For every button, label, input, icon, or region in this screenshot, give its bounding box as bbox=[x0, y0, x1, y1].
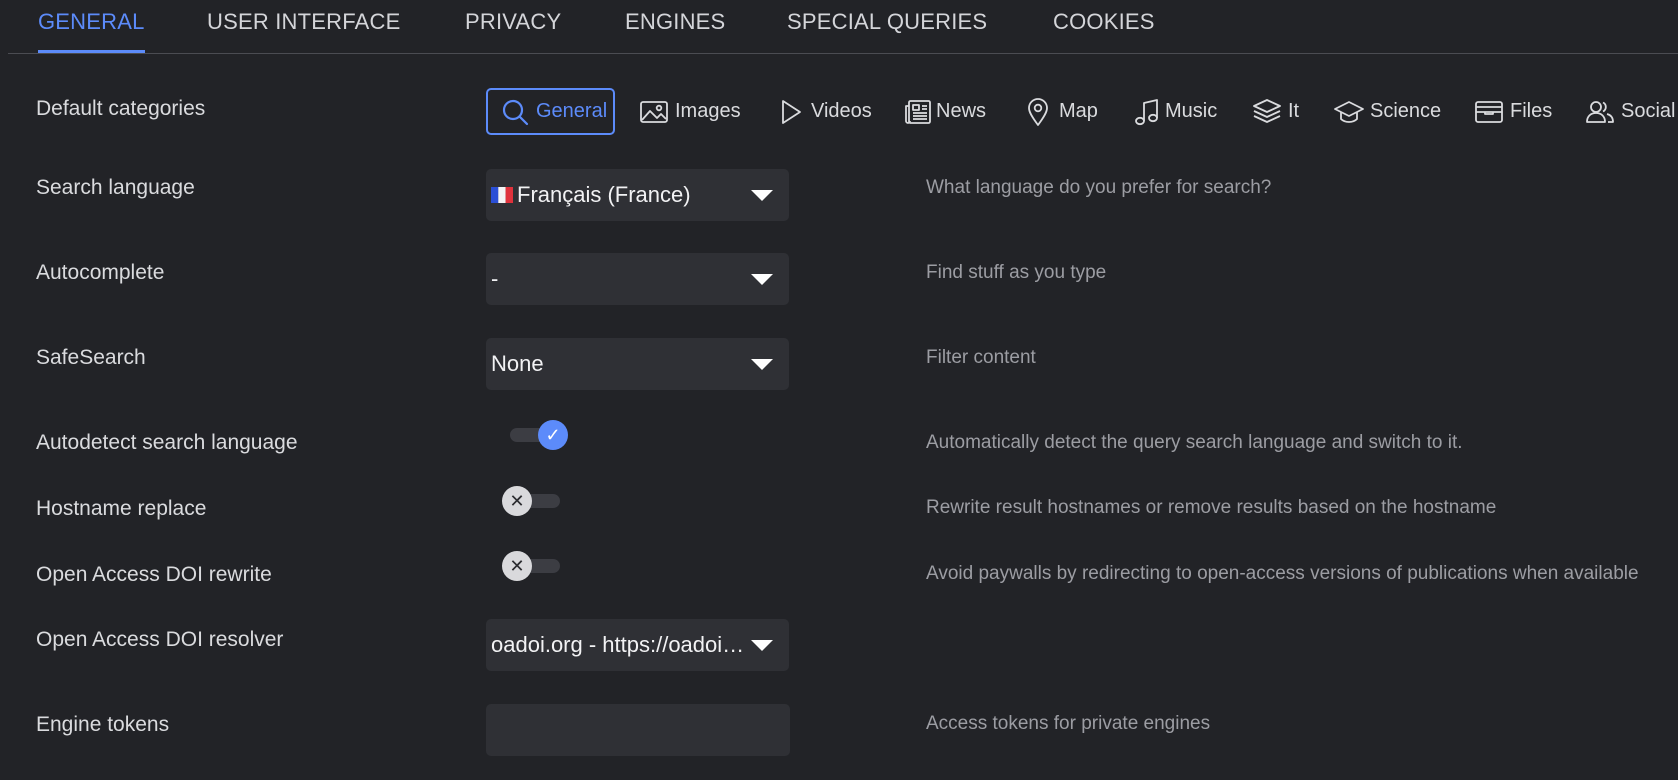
safesearch-label: SafeSearch bbox=[36, 346, 146, 369]
chevron-down-icon bbox=[751, 274, 773, 285]
category-science[interactable]: Science bbox=[1334, 88, 1441, 135]
category-music[interactable]: Music bbox=[1131, 88, 1217, 135]
autodetect-language-toggle[interactable]: ✓ bbox=[504, 418, 568, 452]
autocomplete-description: Find stuff as you type bbox=[926, 262, 1107, 283]
search-language-value: Français (France) bbox=[517, 182, 691, 207]
engine-tokens-description: Access tokens for private engines bbox=[926, 713, 1211, 734]
people-icon bbox=[1586, 100, 1614, 123]
autocomplete-label: Autocomplete bbox=[36, 261, 165, 284]
engine-tokens-input[interactable] bbox=[486, 704, 790, 756]
category-general[interactable]: General bbox=[486, 88, 615, 135]
default-categories-label: Default categories bbox=[36, 97, 206, 120]
category-label: News bbox=[936, 100, 987, 122]
category-it[interactable]: It bbox=[1252, 88, 1299, 135]
search-icon bbox=[502, 99, 529, 125]
close-icon: ✕ bbox=[502, 551, 532, 581]
tab-engines[interactable]: ENGINES bbox=[625, 0, 725, 52]
hostname-replace-toggle[interactable]: ✕ bbox=[502, 484, 566, 518]
category-social[interactable]: Social bbox=[1585, 88, 1675, 135]
french-flag-icon bbox=[491, 186, 513, 203]
oa-doi-resolver-label: Open Access DOI resolver bbox=[36, 628, 284, 651]
category-label: Map bbox=[1059, 100, 1098, 122]
newspaper-icon bbox=[905, 99, 931, 124]
category-label: It bbox=[1288, 100, 1300, 122]
archive-tray-icon bbox=[1475, 100, 1503, 123]
chevron-down-icon bbox=[751, 359, 773, 370]
hostname-replace-label: Hostname replace bbox=[36, 497, 207, 520]
chevron-down-icon bbox=[751, 190, 773, 201]
preferences-page: GENERAL USER INTERFACE PRIVACY ENGINES S… bbox=[0, 0, 1678, 780]
tab-general[interactable]: GENERAL bbox=[38, 0, 145, 53]
autocomplete-select[interactable]: - bbox=[486, 253, 789, 305]
category-label: Science bbox=[1370, 100, 1442, 122]
category-label: Social bbox=[1621, 100, 1676, 122]
tab-cookies[interactable]: COOKIES bbox=[1053, 0, 1155, 52]
oa-doi-resolver-select[interactable]: oadoi.org - https://oadoi.org/ bbox=[486, 619, 789, 671]
category-images[interactable]: Images bbox=[639, 88, 741, 135]
category-news[interactable]: News bbox=[903, 88, 986, 135]
search-language-select[interactable]: Français (France) bbox=[486, 169, 789, 221]
safesearch-select[interactable]: None bbox=[486, 338, 789, 390]
search-language-label: Search language bbox=[36, 176, 195, 199]
oa-doi-rewrite-label: Open Access DOI rewrite bbox=[36, 563, 272, 586]
category-label: Videos bbox=[811, 100, 872, 122]
category-label: Files bbox=[1510, 100, 1553, 122]
music-note-icon bbox=[1135, 98, 1158, 125]
image-icon bbox=[640, 100, 668, 123]
autocomplete-value: - bbox=[491, 266, 499, 291]
category-videos[interactable]: Videos bbox=[775, 88, 872, 135]
autodetect-language-description: Automatically detect the query search la… bbox=[926, 432, 1463, 453]
category-map[interactable]: Map bbox=[1023, 88, 1098, 135]
safesearch-description: Filter content bbox=[926, 347, 1036, 368]
engine-tokens-label: Engine tokens bbox=[36, 713, 170, 736]
oa-doi-rewrite-description: Avoid paywalls by redirecting to open-ac… bbox=[926, 563, 1639, 584]
layers-icon bbox=[1253, 98, 1281, 123]
tab-privacy[interactable]: PRIVACY bbox=[465, 0, 561, 52]
category-label: General bbox=[536, 100, 608, 122]
oa-doi-resolver-value: oadoi.org - https://oadoi.org/ bbox=[491, 632, 767, 657]
category-files[interactable]: Files bbox=[1474, 88, 1552, 135]
oa-doi-rewrite-toggle[interactable]: ✕ bbox=[502, 549, 566, 583]
chevron-down-icon bbox=[751, 640, 773, 651]
category-label: Music bbox=[1165, 100, 1218, 122]
tab-special-queries[interactable]: SPECIAL QUERIES bbox=[787, 0, 987, 52]
hostname-replace-description: Rewrite result hostnames or remove resul… bbox=[926, 497, 1497, 518]
safesearch-value: None bbox=[491, 351, 544, 376]
search-language-description: What language do you prefer for search? bbox=[926, 177, 1272, 198]
autodetect-language-label: Autodetect search language bbox=[36, 431, 298, 454]
tab-user-interface[interactable]: USER INTERFACE bbox=[207, 0, 401, 52]
play-icon bbox=[782, 99, 801, 124]
preferences-tabs: GENERAL USER INTERFACE PRIVACY ENGINES S… bbox=[8, 0, 1678, 54]
category-label: Images bbox=[675, 100, 741, 122]
map-pin-icon bbox=[1028, 97, 1048, 126]
checkmark-icon: ✓ bbox=[538, 420, 568, 450]
close-icon: ✕ bbox=[502, 486, 532, 516]
graduation-cap-icon bbox=[1334, 100, 1364, 123]
